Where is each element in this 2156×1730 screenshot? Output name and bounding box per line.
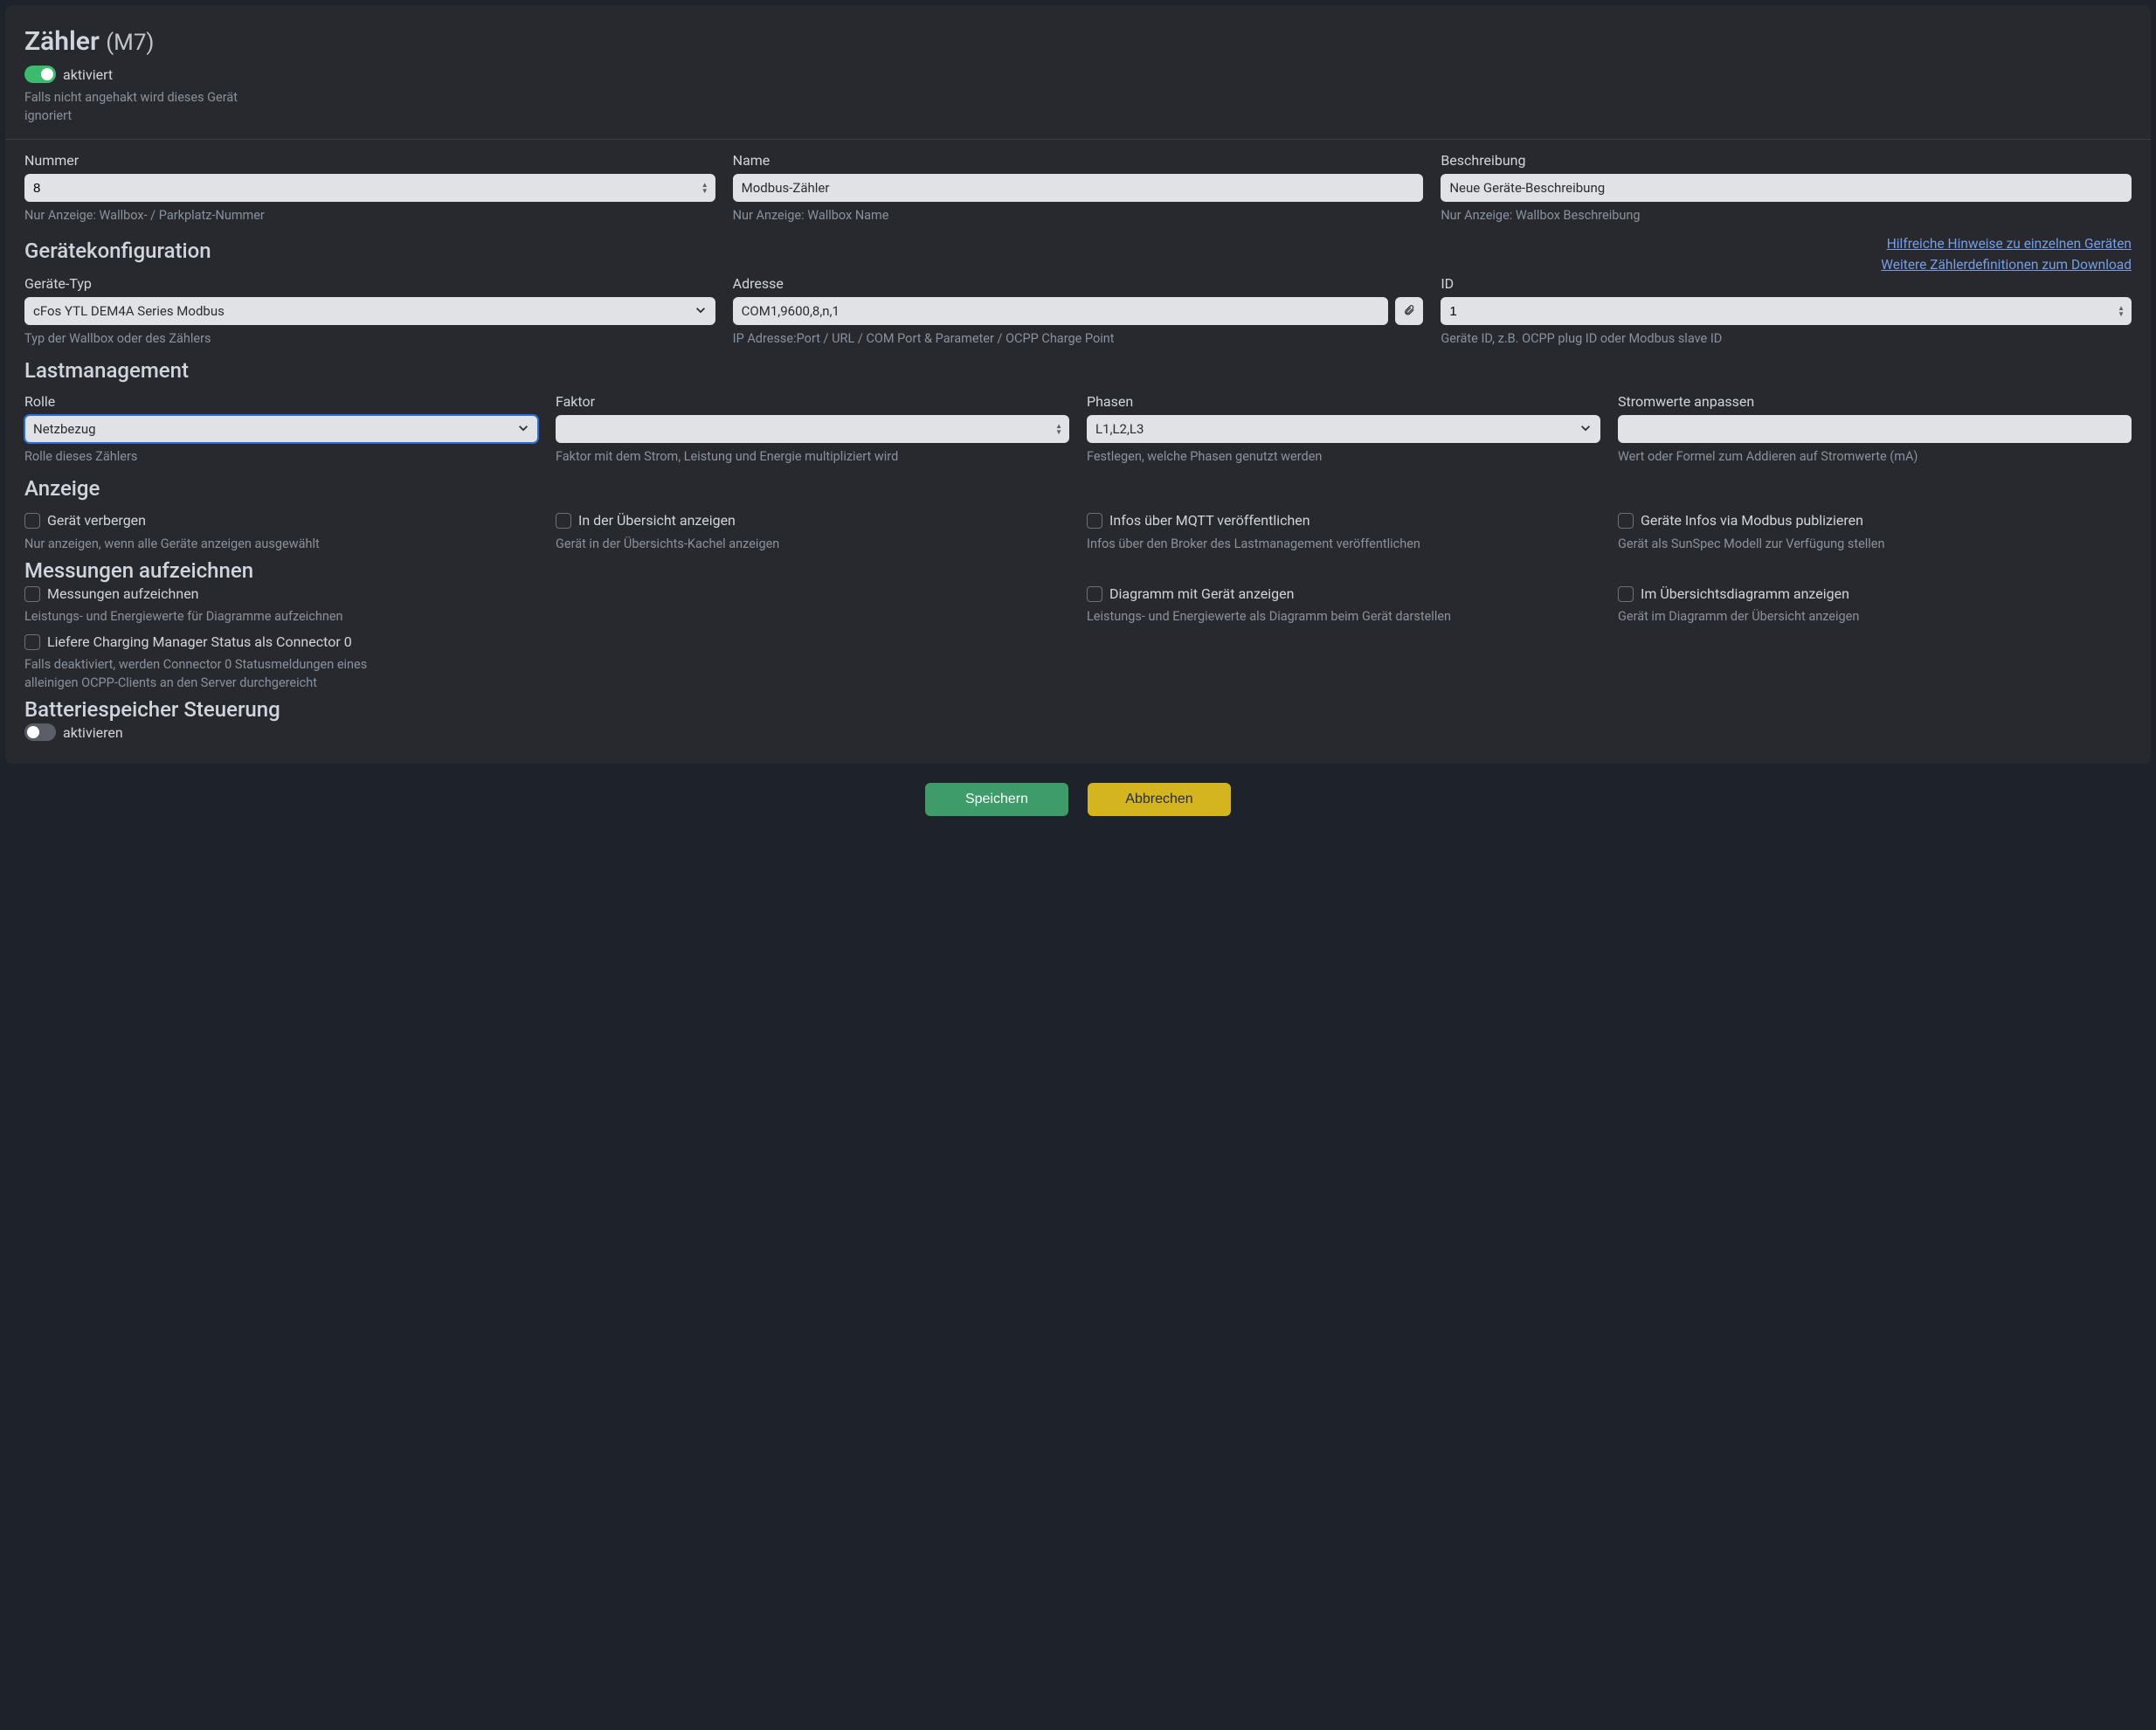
- battery-enable-label: aktivieren: [63, 724, 123, 741]
- verbergen-label: Gerät verbergen: [47, 511, 146, 530]
- udiag-checkbox[interactable]: [1618, 586, 1634, 602]
- beschr-hint: Nur Anzeige: Wallbox Beschreibung: [1441, 206, 2132, 225]
- modbus-pub-label: Geräte Infos via Modbus publizieren: [1641, 511, 1863, 530]
- stepper-icon: ▲▼: [701, 182, 708, 194]
- udiag-label: Im Übersichtsdiagramm anzeigen: [1641, 585, 1849, 604]
- rolle-select[interactable]: Netzbezug: [24, 415, 538, 443]
- footer-actions: Speichern Abbrechen: [0, 769, 2156, 834]
- conn0-checkbox[interactable]: [24, 634, 40, 650]
- faktor-input[interactable]: [564, 415, 1061, 443]
- phasen-select[interactable]: L1,L2,L3: [1087, 415, 1600, 443]
- addr-link-button[interactable]: [1395, 297, 1423, 325]
- nummer-hint: Nur Anzeige: Wallbox- / Parkplatz-Nummer: [24, 206, 715, 225]
- id-hint: Geräte ID, z.B. OCPP plug ID oder Modbus…: [1441, 329, 2132, 348]
- link-meter-defs[interactable]: Weitere Zählerdefinitionen zum Download: [1881, 254, 2132, 275]
- title-main: Zähler: [24, 26, 100, 57]
- id-stepper[interactable]: ▲▼: [1441, 297, 2132, 325]
- id-input[interactable]: [1449, 297, 2123, 325]
- addr-hint: IP Adresse:Port / URL / COM Port & Param…: [733, 329, 1424, 348]
- load-heading: Lastmanagement: [24, 358, 2132, 383]
- divider: [5, 139, 2151, 140]
- faktor-stepper[interactable]: ▲▼: [556, 415, 1069, 443]
- activated-hint: Falls nicht angehakt wird dieses Gerät i…: [24, 88, 252, 125]
- name-input[interactable]: [733, 174, 1424, 202]
- conn0-hint: Falls deaktiviert, werden Connector 0 St…: [24, 655, 374, 692]
- nummer-input[interactable]: [33, 174, 707, 202]
- nummer-label: Nummer: [24, 152, 715, 169]
- typ-label: Geräte-Typ: [24, 275, 715, 292]
- addr-label: Adresse: [733, 275, 1424, 292]
- battery-heading: Batteriespeicher Steuerung: [24, 697, 2132, 722]
- phasen-label: Phasen: [1087, 393, 1600, 410]
- mess-heading: Messungen aufzeichnen: [24, 558, 2132, 583]
- aufz-hint: Leistungs- und Energiewerte für Diagramm…: [24, 607, 538, 626]
- strom-input[interactable]: [1618, 415, 2132, 443]
- phasen-hint: Festlegen, welche Phasen genutzt werden: [1087, 447, 1600, 466]
- rolle-hint: Rolle dieses Zählers: [24, 447, 538, 466]
- diag-hint: Leistungs- und Energiewerte als Diagramm…: [1087, 607, 1600, 626]
- config-heading: Gerätekonfiguration: [24, 239, 211, 263]
- aufz-label: Messungen aufzeichnen: [47, 585, 199, 604]
- save-button[interactable]: Speichern: [925, 783, 1068, 816]
- typ-hint: Typ der Wallbox oder des Zählers: [24, 329, 715, 348]
- faktor-label: Faktor: [556, 393, 1069, 410]
- rolle-label: Rolle: [24, 393, 538, 410]
- diag-checkbox[interactable]: [1087, 586, 1102, 602]
- activated-toggle[interactable]: [24, 66, 56, 83]
- uebersicht-label: In der Übersicht anzeigen: [578, 511, 736, 530]
- aufz-checkbox[interactable]: [24, 586, 40, 602]
- cancel-button[interactable]: Abbrechen: [1088, 783, 1231, 816]
- strom-hint: Wert oder Formel zum Addieren auf Stromw…: [1618, 447, 2132, 466]
- title-sub: (M7): [106, 30, 154, 56]
- conn0-label: Liefere Charging Manager Status als Conn…: [47, 633, 352, 652]
- beschr-input[interactable]: [1441, 174, 2132, 202]
- nummer-stepper[interactable]: ▲▼: [24, 174, 715, 202]
- diag-label: Diagramm mit Gerät anzeigen: [1109, 585, 1294, 604]
- stepper-icon: ▲▼: [2118, 305, 2125, 317]
- verbergen-hint: Nur anzeigen, wenn alle Geräte anzeigen …: [24, 535, 538, 553]
- paperclip-icon: [1403, 304, 1415, 319]
- mqtt-label: Infos über MQTT veröffentlichen: [1109, 511, 1310, 530]
- modbus-pub-hint: Gerät als SunSpec Modell zur Verfügung s…: [1618, 535, 2132, 553]
- uebersicht-checkbox[interactable]: [556, 513, 571, 529]
- addr-input[interactable]: [733, 297, 1389, 325]
- name-label: Name: [733, 152, 1424, 169]
- device-panel: Zähler (M7) aktiviert Falls nicht angeha…: [5, 5, 2151, 764]
- name-hint: Nur Anzeige: Wallbox Name: [733, 206, 1424, 225]
- mqtt-hint: Infos über den Broker des Lastmanagement…: [1087, 535, 1600, 553]
- strom-label: Stromwerte anpassen: [1618, 393, 2132, 410]
- anzeige-heading: Anzeige: [24, 476, 2132, 501]
- stepper-icon: ▲▼: [1055, 423, 1062, 435]
- mqtt-checkbox[interactable]: [1087, 513, 1102, 529]
- faktor-hint: Faktor mit dem Strom, Leistung und Energ…: [556, 447, 1069, 466]
- typ-select[interactable]: cFos YTL DEM4A Series Modbus: [24, 297, 715, 325]
- beschr-label: Beschreibung: [1441, 152, 2132, 169]
- link-device-hints[interactable]: Hilfreiche Hinweise zu einzelnen Geräten: [1881, 233, 2132, 254]
- modbus-pub-checkbox[interactable]: [1618, 513, 1634, 529]
- udiag-hint: Gerät im Diagramm der Übersicht anzeigen: [1618, 607, 2132, 626]
- activated-label: aktiviert: [63, 66, 113, 83]
- battery-enable-toggle[interactable]: [24, 723, 56, 741]
- uebersicht-hint: Gerät in der Übersichts-Kachel anzeigen: [556, 535, 1069, 553]
- page-title: Zähler (M7): [24, 26, 2132, 57]
- verbergen-checkbox[interactable]: [24, 513, 40, 529]
- id-label: ID: [1441, 275, 2132, 292]
